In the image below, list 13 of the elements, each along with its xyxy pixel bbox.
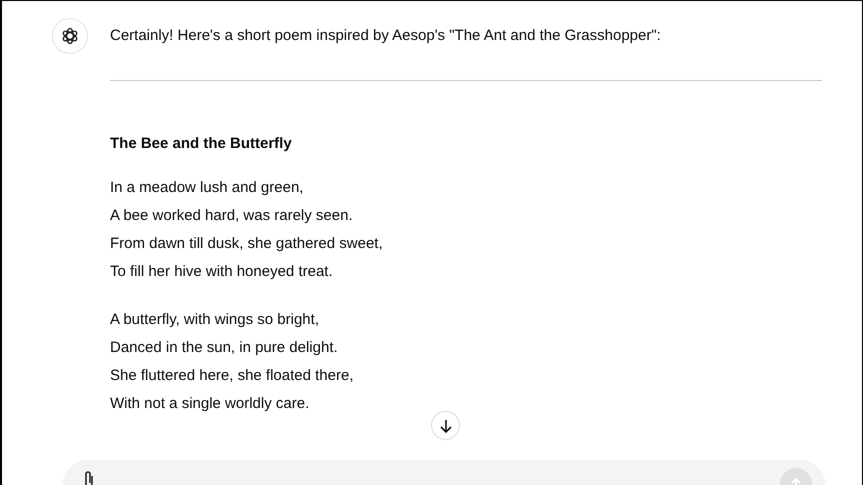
poem-line: In a meadow lush and green,	[110, 178, 304, 198]
paperclip-icon	[82, 470, 96, 485]
poem-line: A bee worked hard, was rarely seen.	[110, 206, 354, 226]
poem-line: From dawn till dusk, she gathered sweet,	[110, 234, 384, 254]
poem-line: Danced in the sun, in pure delight.	[110, 338, 339, 358]
scroll-down-button[interactable]	[431, 411, 460, 440]
poem-line: With not a single worldly care.	[110, 394, 310, 414]
poem-line: A butterfly, with wings so bright,	[110, 310, 320, 330]
down-arrow-icon	[438, 418, 452, 432]
response-intro: Certainly! Here's a short poem inspired by Aesop's "The Ant and the Grasshopper":	[110, 26, 662, 46]
poem-title: The Bee and the Butterfly	[110, 134, 293, 154]
poem-line: She fluttered here, she floated there,	[110, 366, 354, 386]
poem-line: To fill her hive with honeyed treat.	[110, 262, 334, 282]
